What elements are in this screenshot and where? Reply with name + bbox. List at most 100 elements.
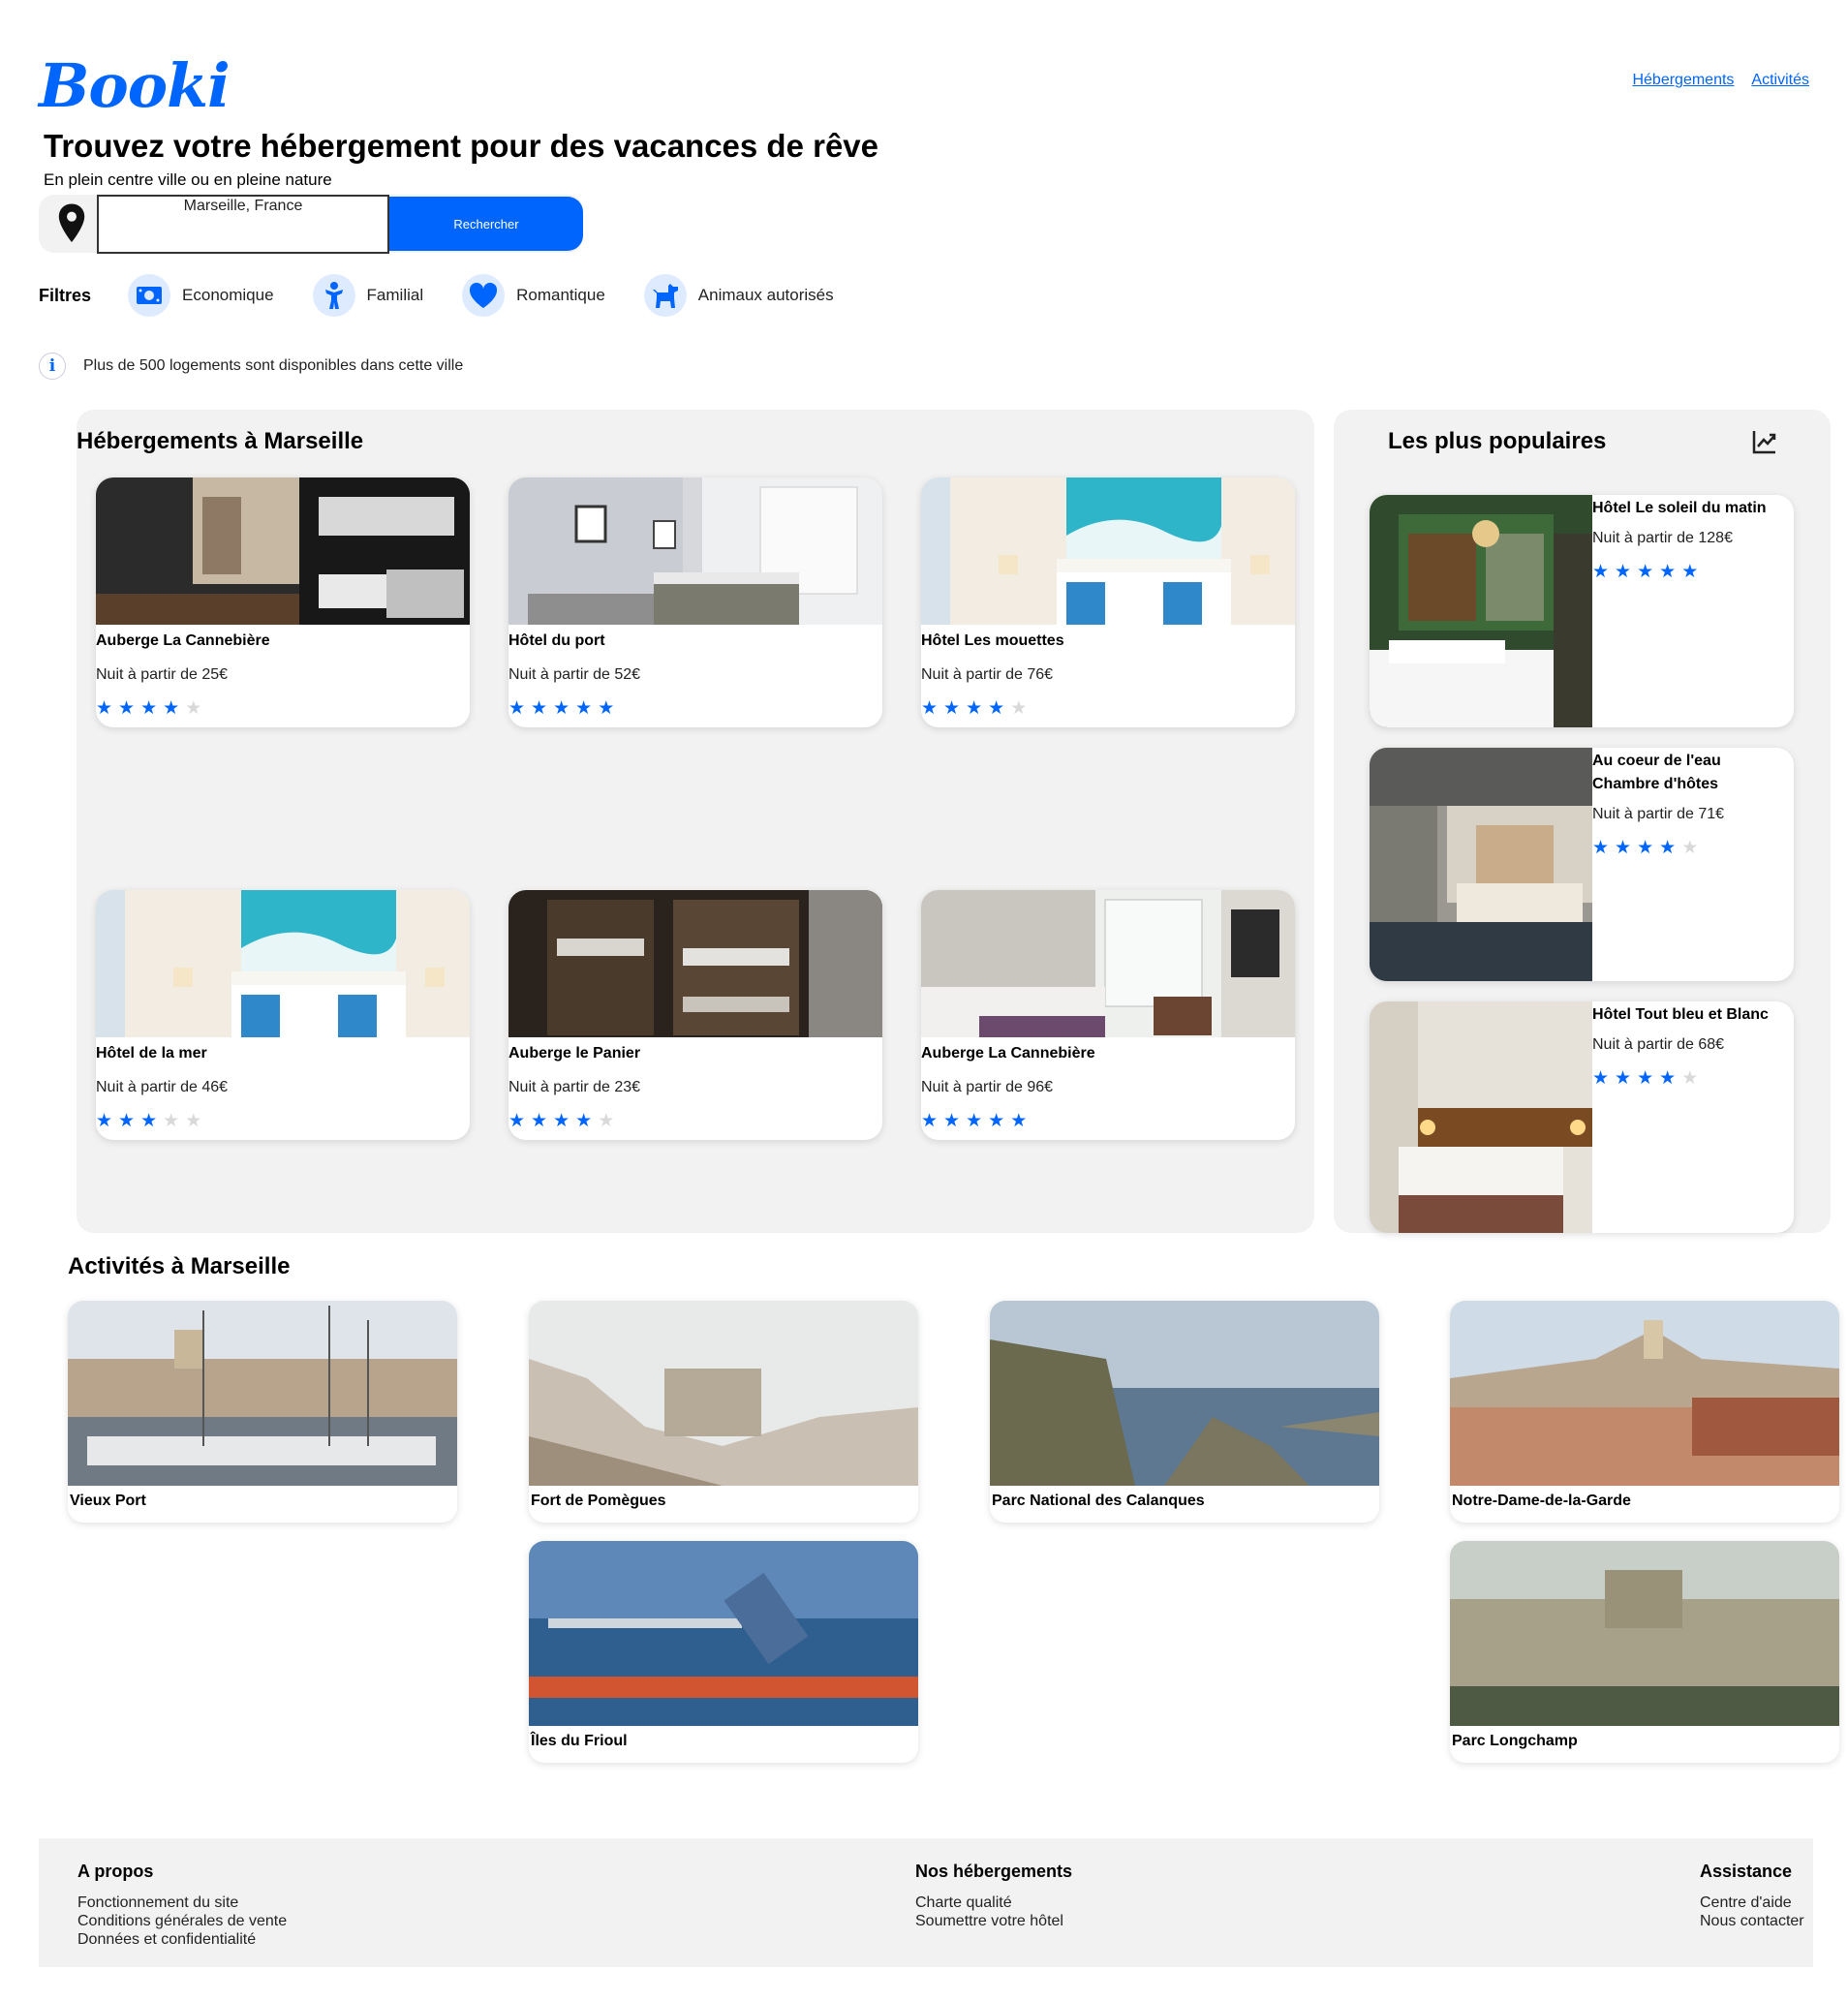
star-icon: ★ xyxy=(1010,698,1028,719)
hebergement-card[interactable]: Hôtel Les mouettes Nuit à partir de 76€ … xyxy=(921,477,1295,727)
star-icon: ★ xyxy=(553,698,570,719)
footer-link[interactable]: Soumettre votre hôtel xyxy=(915,1912,1072,1930)
star-icon: ★ xyxy=(1592,838,1610,858)
hebergement-price: Nuit à partir de 25€ xyxy=(96,666,229,683)
star-icon: ★ xyxy=(943,698,961,719)
rating-stars: ★ ★ ★ ★ ★ xyxy=(96,1112,201,1130)
star-icon: ★ xyxy=(531,1111,548,1131)
star-icon: ★ xyxy=(1637,838,1654,858)
room-photo xyxy=(96,477,470,625)
activite-name: Fort de Pomègues xyxy=(531,1493,666,1509)
hebergement-card[interactable]: Hôtel de la mer Nuit à partir de 46€ ★ ★ ★… xyxy=(96,890,470,1140)
nav-hebergements-link[interactable]: Hébergements xyxy=(1632,72,1734,89)
rating-stars: ★ ★ ★ ★ ★ xyxy=(508,699,614,718)
hebergement-card[interactable]: Hôtel du port Nuit à partir de 52€ ★ ★ ★ ★ ★ xyxy=(508,477,882,727)
star-icon: ★ xyxy=(1615,562,1632,582)
activite-name: Parc National des Calanques xyxy=(992,1493,1205,1509)
star-icon: ★ xyxy=(598,1111,615,1131)
hebergements-title: Hébergements à Marseille xyxy=(77,428,364,454)
star-icon: ★ xyxy=(140,1111,158,1131)
star-icon: ★ xyxy=(553,1111,570,1131)
star-icon: ★ xyxy=(1637,1068,1654,1089)
star-icon: ★ xyxy=(1615,838,1632,858)
star-icon: ★ xyxy=(966,1111,983,1131)
star-icon: ★ xyxy=(1659,1068,1677,1089)
populaire-name: Hôtel Tout bleu et Blanc xyxy=(1592,1006,1769,1023)
money-icon xyxy=(128,274,171,317)
star-icon: ★ xyxy=(1659,562,1677,582)
footer-heading: A propos xyxy=(77,1862,154,1881)
nav-activites-link[interactable]: Activités xyxy=(1751,72,1809,89)
activite-card[interactable]: Parc National des Calanques xyxy=(990,1301,1379,1523)
star-icon: ★ xyxy=(163,698,180,719)
populaire-card[interactable]: Hôtel Tout bleu et Blanc Nuit à partir d… xyxy=(1370,1001,1794,1233)
filters-label: Filtres xyxy=(39,285,92,305)
search-input[interactable] xyxy=(97,195,389,254)
footer-col-assistance: Assistance Centre d'aide Nous contacter xyxy=(1700,1862,1804,1930)
hebergement-card[interactable]: Auberge La Cannebière Nuit à partir de 2… xyxy=(96,477,470,727)
hebergement-card[interactable]: Auberge La Cannebière Nuit à partir de 9… xyxy=(921,890,1295,1140)
star-icon: ★ xyxy=(185,1111,202,1131)
populaire-name: Hôtel Le soleil du matin xyxy=(1592,500,1767,516)
dog-icon xyxy=(643,274,687,317)
footer-link[interactable]: Centre d'aide xyxy=(1700,1893,1804,1912)
hebergement-card[interactable]: Auberge le Panier Nuit à partir de 23€ ★… xyxy=(508,890,882,1140)
hebergement-name: Hôtel du port xyxy=(508,632,605,649)
footer-heading: Nos hébergements xyxy=(915,1862,1073,1881)
star-icon: ★ xyxy=(943,1111,961,1131)
room-photo xyxy=(508,477,882,625)
activite-card[interactable]: Îles du Frioul xyxy=(529,1541,918,1763)
footer-link[interactable]: Fonctionnement du site xyxy=(77,1893,287,1912)
populaire-card[interactable]: Hôtel Le soleil du matin Nuit à partir d… xyxy=(1370,495,1794,727)
activite-photo xyxy=(68,1301,457,1486)
info-icon: i xyxy=(39,353,66,380)
activite-card[interactable]: Fort de Pomègues xyxy=(529,1301,918,1523)
activite-card[interactable]: Notre-Dame-de-la-Garde xyxy=(1450,1301,1839,1523)
star-icon: ★ xyxy=(575,1111,593,1131)
activite-name: Parc Longchamp xyxy=(1452,1733,1578,1749)
footer-link[interactable]: Nous contacter xyxy=(1700,1912,1804,1930)
activite-card[interactable]: Vieux Port xyxy=(68,1301,457,1523)
star-icon: ★ xyxy=(531,698,548,719)
star-icon: ★ xyxy=(1681,838,1699,858)
filter-label: Animaux autorisés xyxy=(697,286,834,304)
child-icon xyxy=(312,274,355,317)
star-icon: ★ xyxy=(575,698,593,719)
room-photo xyxy=(1370,495,1592,727)
activite-name: Îles du Frioul xyxy=(531,1733,628,1749)
footer-col-hebergements: Nos hébergements Charte qualité Soumettr… xyxy=(915,1862,1072,1930)
booki-logo[interactable]: Booki xyxy=(39,50,231,121)
star-icon: ★ xyxy=(921,1111,939,1131)
room-photo xyxy=(1370,748,1592,981)
filter-economique[interactable]: Economique xyxy=(128,274,274,317)
filter-animaux[interactable]: Animaux autorisés xyxy=(643,274,834,317)
activite-photo xyxy=(1450,1541,1839,1726)
activite-photo xyxy=(1450,1301,1839,1486)
filter-romantique[interactable]: Romantique xyxy=(462,274,605,317)
hebergement-price: Nuit à partir de 76€ xyxy=(921,666,1054,683)
footer-link[interactable]: Conditions générales de vente xyxy=(77,1912,287,1930)
filter-label: Economique xyxy=(182,286,274,304)
star-icon: ★ xyxy=(1681,562,1699,582)
footer-heading: Assistance xyxy=(1700,1862,1793,1881)
hebergements-section: Hébergements à Marseille Auberge La Cann… xyxy=(77,410,1314,1233)
star-icon: ★ xyxy=(988,1111,1005,1131)
footer-link[interactable]: Charte qualité xyxy=(915,1893,1072,1912)
rating-stars: ★ ★ ★ ★ ★ xyxy=(1592,1069,1698,1088)
star-icon: ★ xyxy=(966,698,983,719)
star-icon: ★ xyxy=(118,1111,136,1131)
star-icon: ★ xyxy=(1637,562,1654,582)
footer-link[interactable]: Données et confidentialité xyxy=(77,1930,287,1949)
activite-photo xyxy=(990,1301,1379,1486)
map-pin-icon xyxy=(58,203,85,243)
search-button[interactable]: Rechercher xyxy=(389,197,583,251)
heart-icon xyxy=(462,274,506,317)
filter-familial[interactable]: Familial xyxy=(312,274,423,317)
populaire-card[interactable]: Au coeur de l'eau Chambre d'hôtes Nuit à… xyxy=(1370,748,1794,981)
hebergement-name: Hôtel Les mouettes xyxy=(921,632,1064,649)
populaire-name: Au coeur de l'eau Chambre d'hôtes xyxy=(1592,753,1721,792)
hebergement-name: Auberge La Cannebière xyxy=(921,1045,1095,1062)
footer: A propos Fonctionnement du site Conditio… xyxy=(39,1838,1813,1967)
activite-card[interactable]: Parc Longchamp xyxy=(1450,1541,1839,1763)
star-icon: ★ xyxy=(598,698,615,719)
